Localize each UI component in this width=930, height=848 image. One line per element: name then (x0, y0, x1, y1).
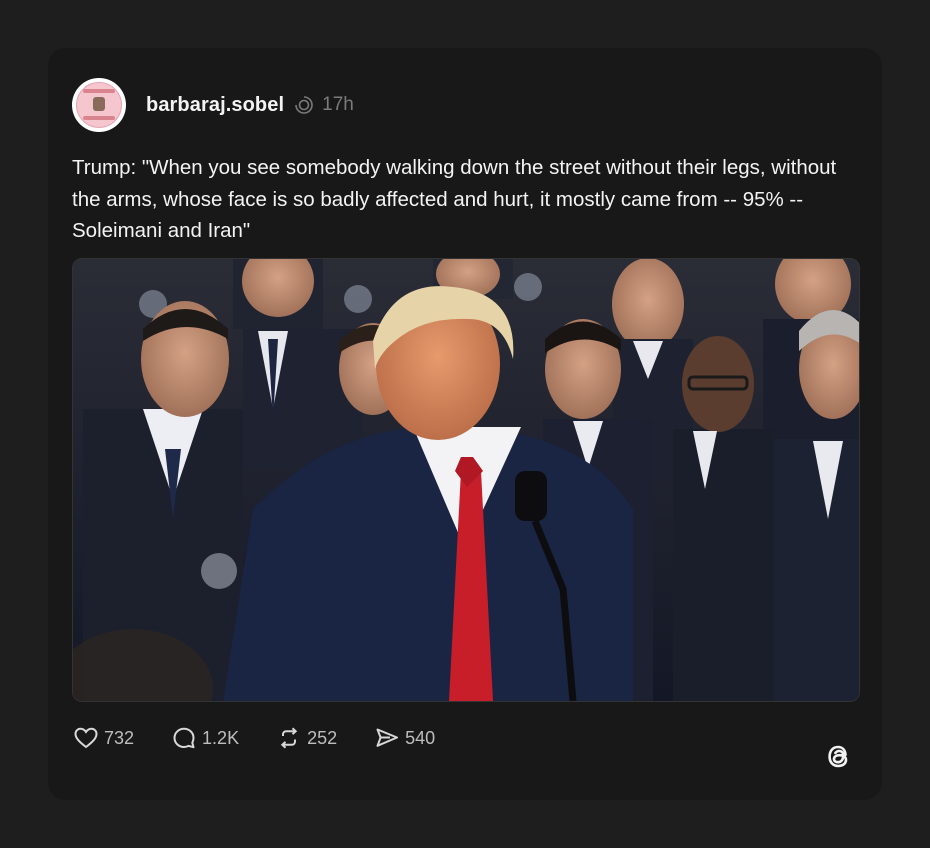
post-card: barbaraj.sobel 17h Trump: "When you see … (48, 48, 882, 800)
verified-icon (295, 95, 313, 114)
avatar[interactable] (72, 78, 126, 132)
threads-logo-icon[interactable] (820, 738, 856, 774)
reply-count: 1.2K (202, 727, 240, 748)
reply-button[interactable]: 1.2K (170, 724, 239, 752)
like-button[interactable]: 732 (72, 724, 134, 752)
action-bar: 732 1.2K 252 540 (72, 724, 471, 752)
photo-illustration (73, 259, 859, 701)
repost-count: 252 (307, 727, 338, 748)
repost-button[interactable]: 252 (275, 724, 337, 752)
post-image[interactable] (72, 258, 860, 702)
username[interactable]: barbaraj.sobel (146, 94, 284, 117)
heart-icon (74, 727, 98, 749)
like-count: 732 (104, 727, 135, 748)
post-text: Trump: "When you see somebody walking do… (72, 156, 837, 242)
share-icon (376, 728, 399, 747)
post-header: barbaraj.sobel 17h (72, 77, 354, 133)
share-count: 540 (405, 727, 436, 748)
post-time[interactable]: 17h (322, 94, 354, 116)
avatar-image (76, 82, 122, 128)
share-button[interactable]: 540 (373, 724, 435, 752)
comment-icon (173, 727, 195, 749)
repost-icon (280, 727, 298, 749)
